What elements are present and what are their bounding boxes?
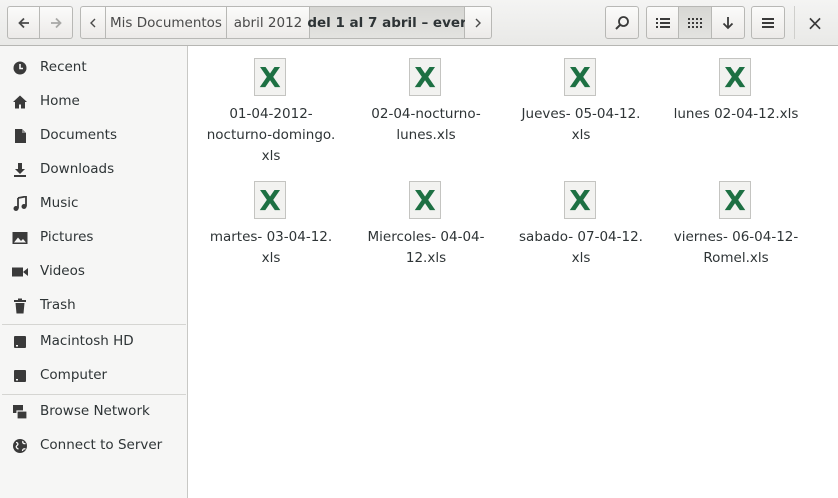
sidebar-item-label: Computer	[40, 367, 108, 383]
sidebar-item-label: Pictures	[40, 229, 94, 245]
header-bar: Mis Documentos abril 2012 del 1 al 7 abr…	[0, 0, 838, 46]
grid-view-button[interactable]	[679, 6, 712, 39]
sidebar-item-label: Browse Network	[40, 403, 150, 419]
list-view-button[interactable]	[646, 6, 679, 39]
spreadsheet-file-icon: X	[564, 181, 596, 219]
spreadsheet-file-icon: X	[409, 181, 441, 219]
drive-icon	[14, 336, 26, 348]
sidebar-item-label: Music	[40, 195, 79, 211]
sidebar-item-recent[interactable]: Recent	[0, 53, 187, 83]
sidebar-item-label: Recent	[40, 59, 87, 75]
spreadsheet-file-icon: X	[719, 181, 751, 219]
menu-icon	[762, 17, 774, 28]
sidebar-item-macintosh-hd[interactable]: Macintosh HD	[0, 327, 187, 357]
file-name: viernes- 06-04-12- Romel.xls	[673, 229, 799, 266]
close-icon: ×	[806, 10, 824, 35]
grid-icon	[688, 17, 702, 28]
document-icon	[15, 129, 26, 143]
breadcrumb-scroll-right-button[interactable]	[465, 6, 492, 39]
chevron-left-icon	[90, 18, 96, 27]
music-icon	[13, 196, 27, 211]
list-icon	[655, 17, 670, 28]
file-name: Miercoles- 04-04- 12.xls	[367, 229, 485, 266]
sidebar-separator	[2, 394, 186, 395]
sidebar-item-label: Connect to Server	[40, 437, 163, 453]
sidebar-item-trash[interactable]: Trash	[0, 291, 187, 321]
search-icon	[615, 15, 629, 30]
chevron-right-icon	[475, 18, 481, 27]
sidebar-item-label: Documents	[40, 127, 117, 143]
sidebar-item-label: Home	[40, 93, 80, 109]
header-separator	[794, 6, 795, 39]
file-name: lunes 02-04-12.xls	[673, 106, 799, 122]
breadcrumb-scroll-left-button[interactable]	[80, 6, 106, 39]
sidebar-item-browse-network[interactable]: Browse Network	[0, 397, 187, 427]
globe-icon	[13, 439, 27, 453]
sidebar-item-videos[interactable]: Videos	[0, 257, 187, 287]
breadcrumb-label: del 1 al 7 abril – ever	[307, 14, 467, 31]
forward-arrow-icon	[51, 17, 62, 28]
forward-button[interactable]	[40, 6, 73, 39]
file-name: Jueves- 05-04-12. xls	[521, 106, 641, 143]
sidebar-item-home[interactable]: Home	[0, 87, 187, 117]
picture-icon	[12, 232, 28, 244]
sidebar-item-computer[interactable]: Computer	[0, 361, 187, 391]
breadcrumb-label: Mis Documentos	[110, 14, 222, 31]
spreadsheet-file-icon: X	[254, 58, 286, 96]
clock-icon	[13, 61, 27, 75]
sidebar-item-label: Macintosh HD	[40, 333, 134, 349]
sidebar: Recent Home Documents Downloads Music Pi…	[0, 46, 188, 498]
sort-button[interactable]	[712, 6, 745, 39]
home-icon	[13, 95, 27, 109]
breadcrumb-item[interactable]: abril 2012	[227, 6, 310, 39]
breadcrumb-item[interactable]: Mis Documentos	[106, 6, 227, 39]
network-icon	[13, 405, 28, 420]
file-name: 02-04-nocturno- lunes.xls	[371, 106, 481, 143]
sidebar-item-label: Trash	[40, 297, 76, 313]
sidebar-item-downloads[interactable]: Downloads	[0, 155, 187, 185]
breadcrumb-current[interactable]: del 1 al 7 abril – ever	[307, 6, 467, 39]
close-button[interactable]: ×	[800, 6, 830, 39]
back-arrow-icon	[17, 17, 29, 28]
trash-icon	[14, 298, 26, 314]
sidebar-item-label: Downloads	[40, 161, 115, 177]
file-name: 01-04-2012- nocturno-domingo. xls	[206, 106, 336, 164]
search-button[interactable]	[605, 6, 639, 39]
download-icon	[14, 163, 26, 177]
file-name: martes- 03-04-12. xls	[209, 229, 333, 266]
sidebar-item-pictures[interactable]: Pictures	[0, 223, 187, 253]
breadcrumb-label: abril 2012	[233, 14, 303, 31]
sidebar-item-documents[interactable]: Documents	[0, 121, 187, 151]
spreadsheet-file-icon: X	[564, 58, 596, 96]
menu-button[interactable]	[751, 6, 785, 39]
file-name: sabado- 07-04-12. xls	[519, 229, 643, 266]
spreadsheet-file-icon: X	[409, 58, 441, 96]
video-icon	[12, 267, 28, 277]
back-button[interactable]	[7, 6, 40, 39]
spreadsheet-file-icon: X	[254, 181, 286, 219]
sidebar-item-label: Videos	[40, 263, 85, 279]
sort-down-icon	[722, 16, 734, 29]
drive-icon	[14, 370, 26, 382]
sidebar-separator	[2, 324, 186, 325]
sidebar-item-connect-to-server[interactable]: Connect to Server	[0, 431, 187, 461]
spreadsheet-file-icon: X	[719, 58, 751, 96]
sidebar-item-music[interactable]: Music	[0, 189, 187, 219]
